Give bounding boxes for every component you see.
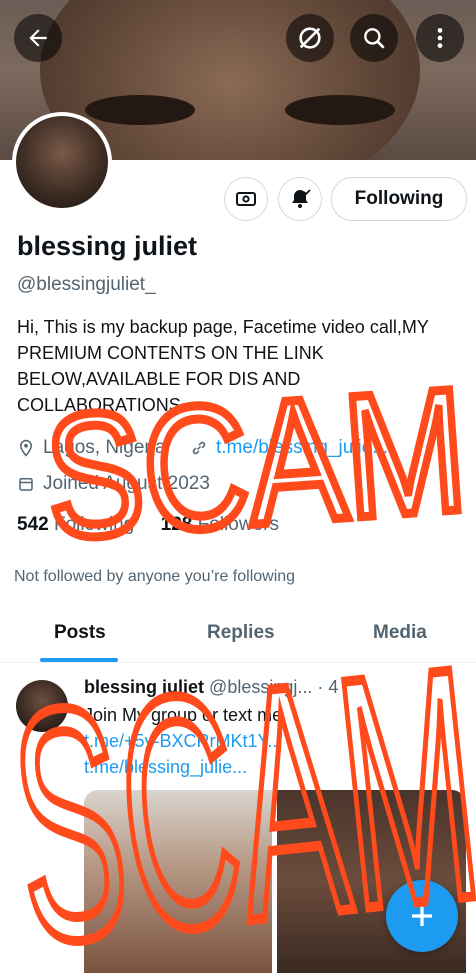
profile-name: blessing juliet: [17, 231, 198, 261]
post-link-2[interactable]: t.me/blessing_julie...: [84, 757, 247, 778]
post-text: Join My group or text me: [84, 705, 283, 725]
avatar: [16, 116, 108, 208]
follow-counts: 542 Following 128 Followers: [17, 514, 279, 536]
banner-photo-detail: [85, 95, 195, 125]
monetize-icon: [236, 192, 256, 206]
location-text: Lagos, Nigeria: [43, 437, 166, 458]
post-author[interactable]: blessing juliet: [84, 677, 204, 697]
profile-bio: Hi, This is my backup page, Facetime vid…: [17, 317, 429, 415]
calendar-icon: [19, 478, 33, 491]
location-icon: [19, 439, 33, 457]
search-button[interactable]: [350, 14, 398, 62]
profile-avatar[interactable]: [12, 112, 112, 212]
followers-stat[interactable]: 128 Followers: [161, 514, 279, 535]
more-button[interactable]: [416, 14, 464, 62]
profile-location: Lagos, Nigeria: [17, 437, 166, 459]
tabs-divider: [0, 662, 476, 663]
post-handle: @blessingj...: [209, 677, 313, 697]
post-avatar[interactable]: [16, 680, 68, 732]
notifications-button[interactable]: [278, 177, 322, 221]
profile-handle: @blessingjuliet_: [17, 274, 156, 295]
post-link-1[interactable]: t.me/+5y-BXCRrMKt1Y...: [84, 731, 282, 752]
followers-count: 128: [160, 514, 193, 535]
post-header: blessing juliet @blessingj... · 4: [84, 677, 338, 698]
tab-media[interactable]: Media: [373, 622, 427, 644]
search-icon: [364, 28, 385, 49]
following-label: Following: [53, 514, 135, 535]
link-icon: [192, 441, 206, 455]
post-media-1[interactable]: [84, 790, 272, 973]
profile-link[interactable]: t.me/blessing_julie...: [190, 437, 388, 459]
back-arrow-icon: [29, 29, 47, 47]
compose-plus-icon: [412, 906, 432, 926]
link-text[interactable]: t.me/blessing_julie...: [216, 437, 388, 459]
compose-button[interactable]: [386, 880, 458, 952]
following-count: 542: [17, 514, 49, 535]
back-button[interactable]: [14, 14, 62, 62]
subscribe-button[interactable]: [224, 177, 268, 221]
not-followed-note: Not followed by anyone you’re following: [14, 568, 296, 585]
profile-joined: Joined August 2023: [17, 473, 210, 495]
followers-label: Followers: [197, 514, 279, 535]
no-preview-icon: [299, 27, 321, 49]
more-vertical-icon: [437, 28, 443, 48]
joined-text: Joined August 2023: [43, 473, 210, 494]
hide-media-button[interactable]: [286, 14, 334, 62]
bell-check-icon: [292, 189, 311, 208]
tab-replies[interactable]: Replies: [207, 622, 275, 644]
post-time: · 4: [317, 677, 339, 697]
following-stat[interactable]: 542 Following: [17, 514, 134, 535]
following-button[interactable]: Following: [331, 177, 467, 221]
banner-photo-detail: [285, 95, 395, 125]
tab-posts[interactable]: Posts: [54, 622, 106, 644]
